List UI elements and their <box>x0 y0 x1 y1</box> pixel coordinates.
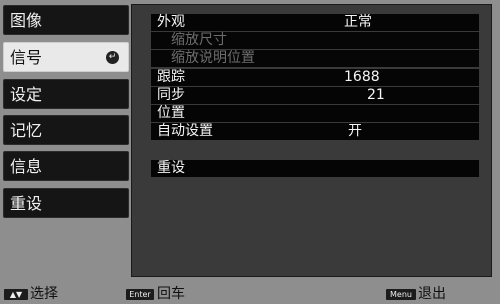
row-sync[interactable]: 同步 21 <box>151 87 479 104</box>
row-value: 开 <box>348 123 362 139</box>
row-tracking[interactable]: 跟踪 1688 <box>151 69 479 86</box>
enter-key-icon: Enter <box>126 289 154 300</box>
row-label: 外观 <box>157 14 185 30</box>
menu-item-label: 图像 <box>10 11 43 30</box>
menu-item-label: 设定 <box>10 85 43 104</box>
signal-settings-panel: 外观 正常 缩放尺寸 缩放说明位置 跟踪 1688 同步 21 位置 自动设置 … <box>131 4 492 277</box>
menu-item-image[interactable]: 图像 <box>3 5 129 35</box>
row-value: 正常 <box>344 14 372 30</box>
enter-hint: 回车 <box>157 286 185 302</box>
row-auto-setup[interactable]: 自动设置 开 <box>151 123 479 140</box>
menu-item-settings[interactable]: 设定 <box>3 79 129 109</box>
row-zoom-caption-position: 缩放说明位置 <box>151 50 479 67</box>
up-down-key-icon: ▲▼ <box>4 289 28 300</box>
row-label: 跟踪 <box>157 69 185 85</box>
row-label: 缩放说明位置 <box>171 50 255 66</box>
enter-arrow-icon: ↵ <box>106 51 119 64</box>
row-label: 自动设置 <box>157 123 213 139</box>
reset-button[interactable]: 重设 <box>151 160 479 177</box>
menu-item-signal[interactable]: 信号 ↵ <box>3 42 129 72</box>
menu-item-info[interactable]: 信息 <box>3 151 129 181</box>
menu-item-memory[interactable]: 记忆 <box>3 115 129 145</box>
menu-item-label: 重设 <box>10 194 43 213</box>
reset-label: 重设 <box>157 160 185 176</box>
projector-osd: 图像 信号 ↵ 设定 记忆 信息 重设 外观 正常 缩放尺寸 缩放说明位置 跟踪… <box>0 0 500 304</box>
select-hint: 选择 <box>30 286 58 302</box>
menu-item-reset[interactable]: 重设 <box>3 188 129 218</box>
row-position[interactable]: 位置 <box>151 105 479 122</box>
menu-key-icon: Menu <box>386 289 416 300</box>
row-value: 1688 <box>344 69 380 85</box>
exit-hint: 退出 <box>418 286 446 302</box>
menu-item-label: 记忆 <box>10 121 43 140</box>
menu-item-label: 信号 <box>10 48 43 67</box>
row-label: 缩放尺寸 <box>171 32 227 48</box>
row-zoom-size: 缩放尺寸 <box>151 32 479 49</box>
footer-hints: ▲▼ 选择 Enter 回车 Menu 退出 <box>0 283 500 304</box>
row-value: 21 <box>367 87 385 103</box>
row-label: 同步 <box>157 87 185 103</box>
row-label: 位置 <box>157 105 185 121</box>
row-aspect[interactable]: 外观 正常 <box>151 14 479 31</box>
menu-item-label: 信息 <box>10 157 43 176</box>
